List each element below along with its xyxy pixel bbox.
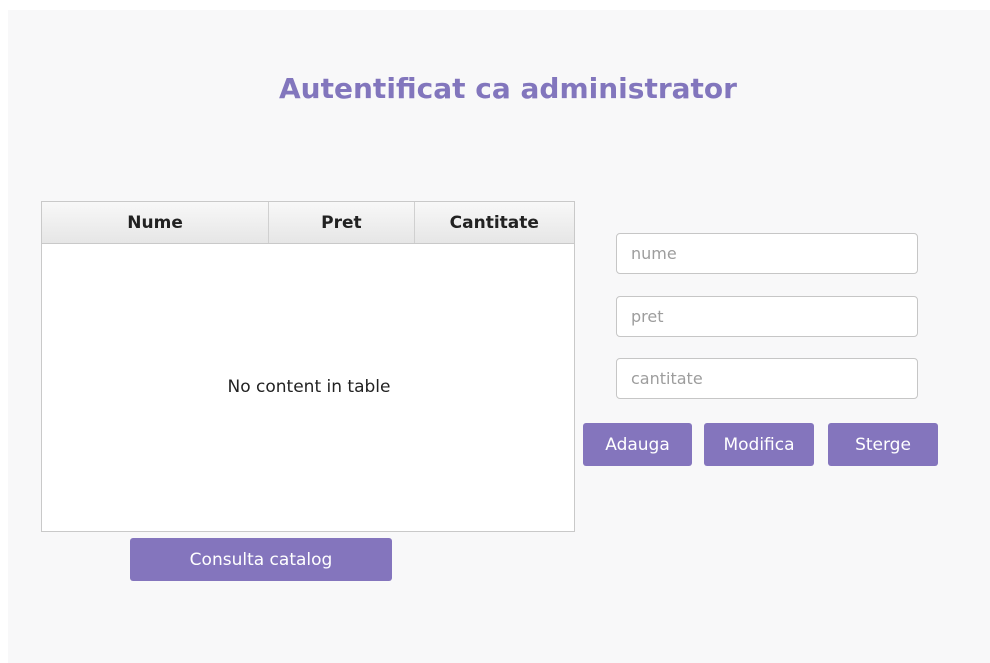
- price-input[interactable]: [616, 296, 918, 337]
- table-header: Nume Pret Cantitate: [42, 202, 574, 244]
- consult-catalog-button[interactable]: Consulta catalog: [130, 538, 392, 581]
- column-header-nume[interactable]: Nume: [42, 202, 270, 243]
- page-title: Autentificat ca administrator: [279, 72, 737, 105]
- modify-button[interactable]: Modifica: [704, 423, 814, 466]
- add-button[interactable]: Adauga: [583, 423, 692, 466]
- table-empty-placeholder: No content in table: [227, 377, 391, 397]
- quantity-input[interactable]: [616, 358, 918, 399]
- products-table[interactable]: Nume Pret Cantitate No content in table: [41, 201, 575, 532]
- name-input[interactable]: [616, 233, 918, 274]
- admin-window: Autentificat ca administrator Nume Pret …: [8, 10, 990, 663]
- delete-button[interactable]: Sterge: [828, 423, 938, 466]
- column-header-pret[interactable]: Pret: [269, 202, 415, 243]
- column-header-cantitate[interactable]: Cantitate: [415, 202, 574, 243]
